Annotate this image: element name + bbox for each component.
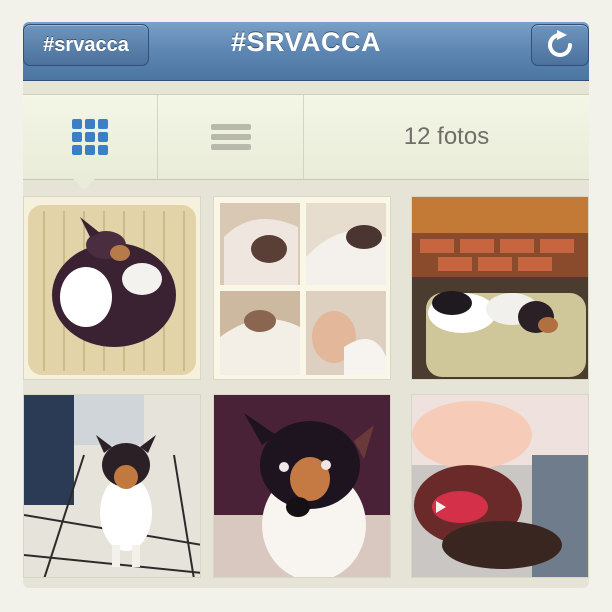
photo-count: 12 fotos — [403, 123, 490, 150]
back-button[interactable]: #srvacca — [23, 24, 149, 66]
app-screen: #SRVACCA #srvacca 12 fotos — [23, 22, 589, 588]
photo-thumbnail-2[interactable] — [213, 196, 391, 380]
photo-thumbnail-1[interactable] — [23, 196, 201, 380]
app-frame: #SRVACCA #srvacca 12 fotos — [0, 0, 612, 612]
selected-view-pointer — [73, 179, 95, 190]
navigation-bar: #SRVACCA #srvacca — [23, 22, 589, 81]
grid-view-button[interactable] — [23, 95, 158, 190]
refresh-icon — [548, 30, 572, 57]
photo-thumbnail-4[interactable] — [23, 394, 201, 578]
photo-dog-sitting-on-tiles — [24, 395, 200, 577]
photo-dog-yawning-blurry — [412, 395, 588, 577]
photo-dog-collage-in-blankets — [214, 197, 390, 379]
photo-dog-closeup-looking-up — [214, 395, 390, 577]
photo-dog-lying-on-pillow-by-fireplace — [412, 197, 588, 379]
refresh-button[interactable] — [531, 24, 589, 66]
photo-thumbnail-3[interactable] — [411, 196, 589, 380]
photo-dog-curled-on-cushion — [24, 197, 200, 379]
view-toolbar: 12 fotos — [23, 94, 589, 190]
list-view-icon — [210, 120, 251, 154]
grid-view-icon — [72, 119, 108, 155]
list-view-button[interactable] — [158, 95, 304, 179]
photo-thumbnail-6[interactable] — [411, 394, 589, 578]
photo-thumbnail-5[interactable] — [213, 394, 391, 578]
photo-grid — [23, 196, 589, 588]
